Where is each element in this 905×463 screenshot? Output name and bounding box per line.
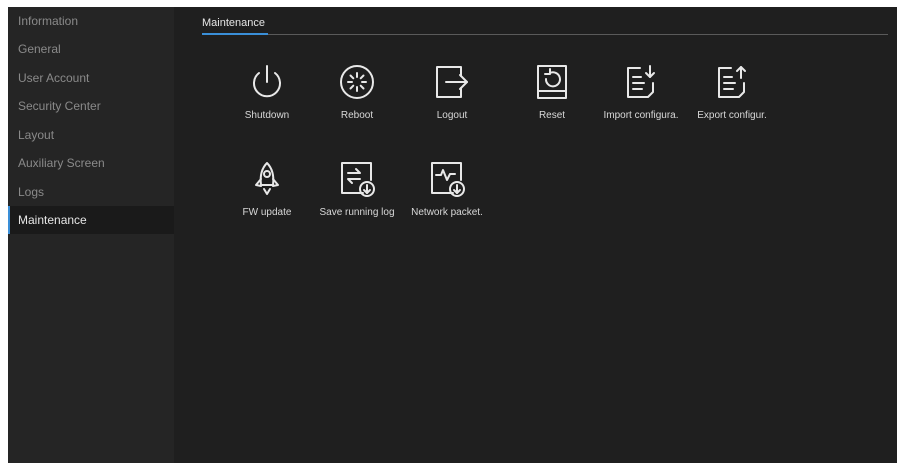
network-packet-icon bbox=[428, 160, 466, 198]
logout-label: Logout bbox=[436, 110, 468, 121]
save-running-log-button[interactable]: Save running log bbox=[312, 160, 402, 232]
export-config-icon bbox=[713, 63, 751, 101]
reset-button[interactable]: Reset bbox=[507, 63, 597, 135]
sidebar-item-maintenance[interactable]: Maintenance bbox=[8, 206, 174, 234]
shutdown-button[interactable]: Shutdown bbox=[222, 63, 312, 135]
reset-label: Reset bbox=[538, 110, 566, 121]
import-config-icon bbox=[622, 63, 660, 101]
tab-divider bbox=[268, 34, 888, 35]
fw-update-label: FW update bbox=[242, 207, 292, 218]
sidebar: Information General User Account Securit… bbox=[8, 7, 174, 463]
import-config-label: Import configura. bbox=[603, 110, 679, 121]
logout-button[interactable]: Logout bbox=[407, 63, 497, 135]
reset-icon bbox=[533, 63, 571, 101]
main-panel: Maintenance Shutdown Reboot Logout Reset… bbox=[174, 7, 897, 463]
save-log-icon bbox=[338, 160, 376, 198]
reboot-icon bbox=[338, 63, 376, 101]
logout-icon bbox=[433, 63, 471, 101]
import-config-button[interactable]: Import configura. bbox=[596, 63, 686, 135]
sidebar-item-information[interactable]: Information bbox=[8, 7, 174, 35]
sidebar-item-user-account[interactable]: User Account bbox=[8, 64, 174, 92]
sidebar-item-general[interactable]: General bbox=[8, 35, 174, 63]
sidebar-item-auxiliary-screen[interactable]: Auxiliary Screen bbox=[8, 149, 174, 177]
power-icon bbox=[248, 63, 286, 101]
reboot-label: Reboot bbox=[340, 110, 374, 121]
rocket-icon bbox=[248, 160, 286, 198]
fw-update-button[interactable]: FW update bbox=[222, 160, 312, 232]
export-config-label: Export configur. bbox=[697, 110, 767, 121]
network-packet-label: Network packet. bbox=[411, 207, 483, 218]
network-packet-button[interactable]: Network packet. bbox=[402, 160, 492, 232]
export-config-button[interactable]: Export configur. bbox=[687, 63, 777, 135]
shutdown-label: Shutdown bbox=[244, 110, 290, 121]
tab-maintenance[interactable]: Maintenance bbox=[202, 17, 265, 29]
sidebar-item-logs[interactable]: Logs bbox=[8, 178, 174, 206]
app-window: Information General User Account Securit… bbox=[8, 7, 897, 463]
reboot-button[interactable]: Reboot bbox=[312, 63, 402, 135]
sidebar-item-security-center[interactable]: Security Center bbox=[8, 92, 174, 120]
sidebar-item-layout[interactable]: Layout bbox=[8, 121, 174, 149]
tab-active-indicator bbox=[202, 33, 268, 35]
save-running-log-label: Save running log bbox=[319, 207, 395, 218]
